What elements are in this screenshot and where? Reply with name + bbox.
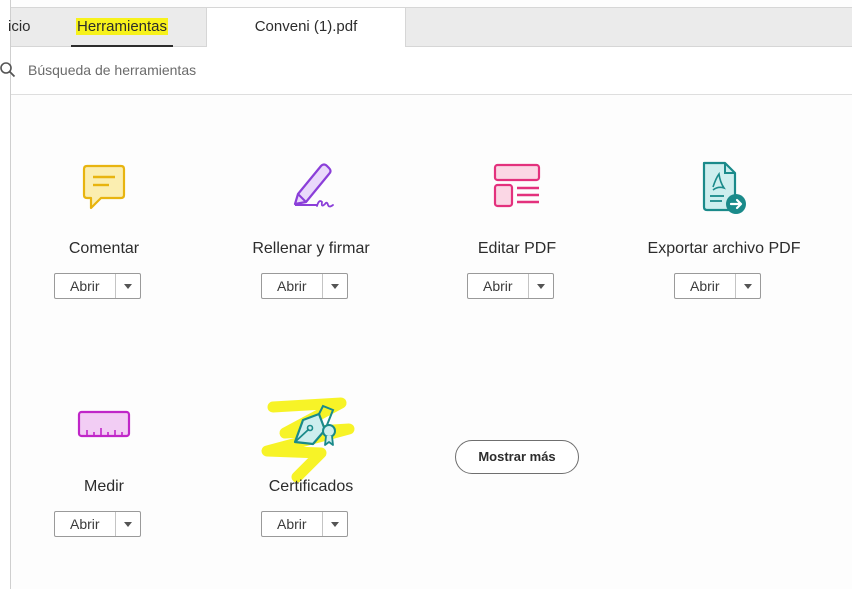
chevron-down-icon[interactable]: [736, 274, 760, 298]
open-button-label[interactable]: Abrir: [675, 274, 736, 298]
open-button-fill-sign[interactable]: Abrir: [261, 273, 348, 299]
search-icon[interactable]: [0, 61, 17, 79]
fill-sign-icon[interactable]: [281, 160, 341, 220]
tab-tools[interactable]: Herramientas: [71, 8, 173, 47]
tool-label-comment[interactable]: Comentar: [4, 240, 204, 258]
measure-icon[interactable]: [74, 398, 134, 458]
tab-home[interactable]: icio: [8, 8, 56, 46]
chevron-down-icon[interactable]: [529, 274, 553, 298]
open-button-export-pdf[interactable]: Abrir: [674, 273, 761, 299]
chevron-down-icon[interactable]: [116, 274, 140, 298]
tab-bar: icio Herramientas Conveni (1).pdf: [8, 7, 852, 47]
tool-label-export-pdf[interactable]: Exportar archivo PDF: [624, 240, 824, 258]
tool-label-edit-pdf[interactable]: Editar PDF: [417, 240, 617, 258]
tool-label-measure[interactable]: Medir: [4, 478, 204, 496]
open-button-label[interactable]: Abrir: [262, 274, 323, 298]
show-more-button[interactable]: Mostrar más: [455, 440, 579, 474]
open-button-label[interactable]: Abrir: [55, 512, 116, 536]
open-button-label[interactable]: Abrir: [262, 512, 323, 536]
tool-label-fill-sign[interactable]: Rellenar y firmar: [211, 240, 411, 258]
chevron-down-icon[interactable]: [323, 512, 347, 536]
open-button-label[interactable]: Abrir: [55, 274, 116, 298]
edit-pdf-icon[interactable]: [487, 160, 547, 220]
open-button-label[interactable]: Abrir: [468, 274, 529, 298]
chevron-down-icon[interactable]: [323, 274, 347, 298]
search-input[interactable]: [28, 59, 428, 81]
tool-label-certificates[interactable]: Certificados: [211, 478, 411, 496]
open-button-edit-pdf[interactable]: Abrir: [467, 273, 554, 299]
comment-icon[interactable]: [74, 160, 134, 220]
tab-document[interactable]: Conveni (1).pdf: [206, 8, 406, 47]
chevron-down-icon[interactable]: [116, 512, 140, 536]
open-button-comment[interactable]: Abrir: [54, 273, 141, 299]
open-button-measure[interactable]: Abrir: [54, 511, 141, 537]
tool-search-bar: [0, 47, 852, 95]
open-button-certificates[interactable]: Abrir: [261, 511, 348, 537]
export-pdf-icon[interactable]: [694, 160, 754, 220]
tab-tools-label: Herramientas: [75, 18, 169, 35]
tools-window: icio Herramientas Conveni (1).pdf Coment…: [0, 0, 852, 589]
certificates-icon[interactable]: [283, 398, 343, 458]
